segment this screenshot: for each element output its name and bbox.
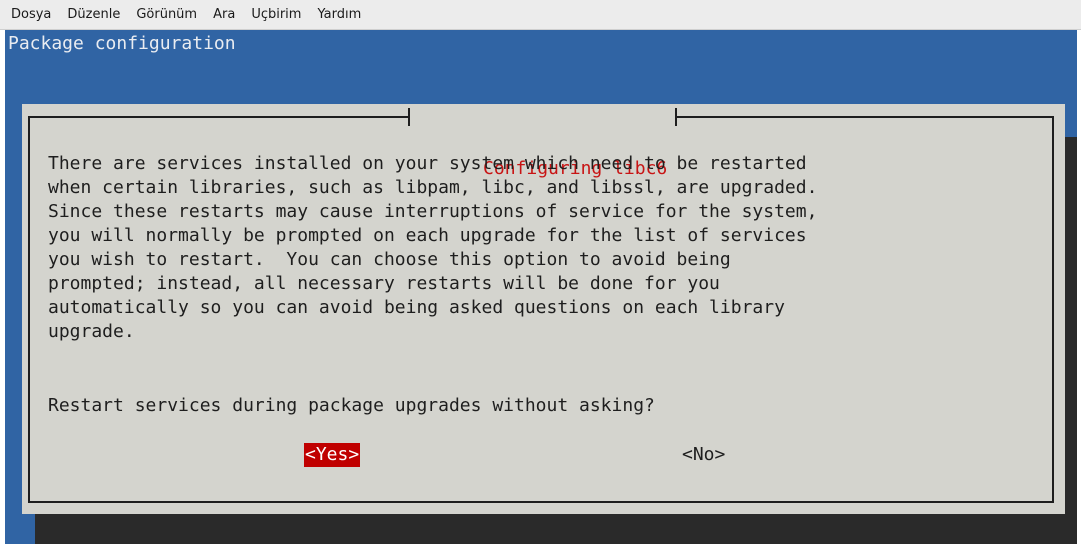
title-separator-left [408, 108, 410, 126]
menu-view[interactable]: Görünüm [128, 0, 205, 30]
menu-bar: Dosya Düzenle Görünüm Ara Uçbirim Yardım [0, 0, 1081, 30]
title-separator-right [675, 108, 678, 126]
dialog-question: Restart services during package upgrades… [48, 395, 655, 416]
yes-button[interactable]: <Yes> [304, 443, 361, 467]
menu-edit[interactable]: Düzenle [59, 0, 128, 30]
dialog-message: There are services installed on your sys… [48, 153, 818, 342]
menu-file[interactable]: Dosya [3, 0, 59, 30]
dialog-title-box: Configuring libc6 [408, 104, 678, 179]
menu-help[interactable]: Yardım [309, 0, 369, 30]
menu-terminal[interactable]: Uçbirim [243, 0, 309, 30]
config-dialog: Configuring libc6 There are services ins… [22, 104, 1065, 514]
backtitle: Package configuration [8, 33, 236, 54]
terminal-window[interactable]: Package configuration Configuring libc6 … [0, 30, 1081, 544]
no-button[interactable]: <No> [682, 443, 725, 467]
menu-search[interactable]: Ara [205, 0, 243, 30]
